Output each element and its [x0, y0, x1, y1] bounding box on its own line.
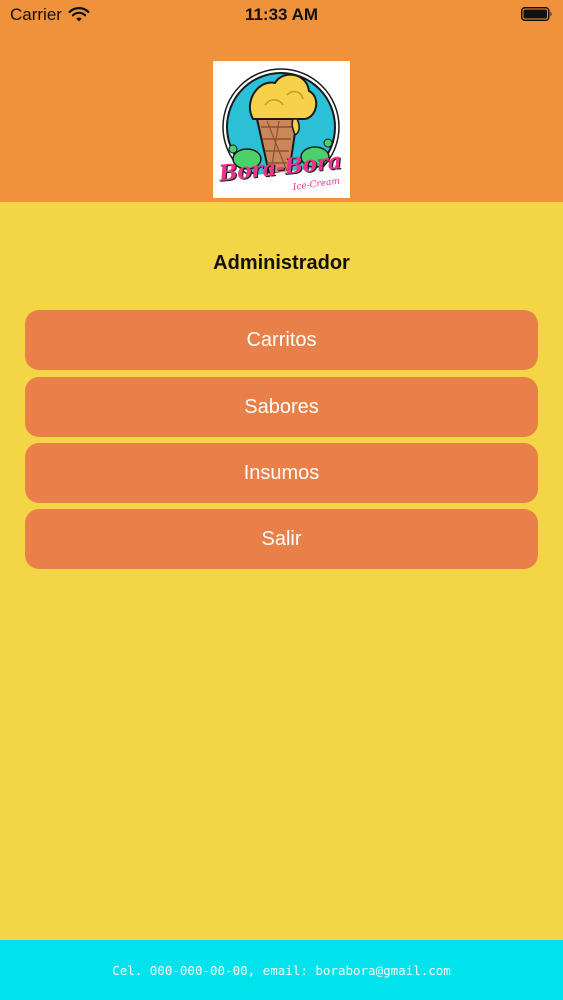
salir-button[interactable]: Salir — [25, 509, 538, 569]
header: Carrier 11:33 AM Bora-Bora Ice-Cream — [0, 0, 563, 202]
sabores-button[interactable]: Sabores — [25, 377, 538, 437]
carritos-button[interactable]: Carritos — [25, 310, 538, 370]
bora-bora-logo: Bora-Bora Ice-Cream — [213, 61, 350, 198]
footer-contact-text: Cel. 000-000-00-00, email: borabora@gmai… — [112, 962, 451, 978]
status-time: 11:33 AM — [244, 5, 319, 24]
footer: Cel. 000-000-00-00, email: borabora@gmai… — [0, 940, 563, 1000]
status-bar: Carrier 11:33 AM — [0, 0, 563, 30]
page-title: Administrador — [213, 252, 350, 274]
battery-icon — [521, 7, 552, 21]
insumos-button[interactable]: Insumos — [25, 443, 538, 503]
